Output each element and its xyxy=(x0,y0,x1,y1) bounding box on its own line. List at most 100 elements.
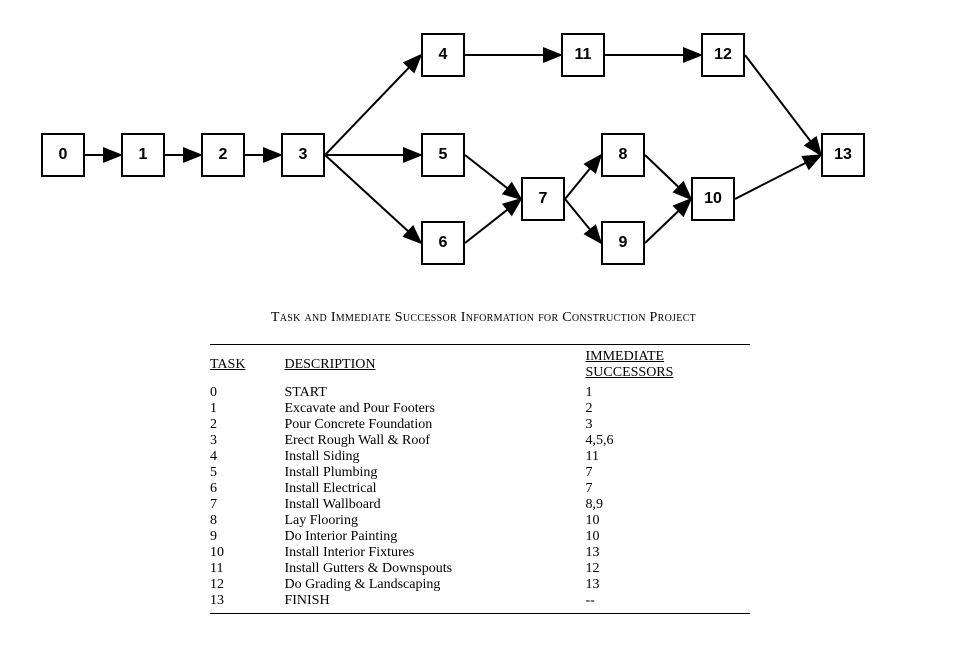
cell-task: 10 xyxy=(210,545,284,561)
cell-desc: Excavate and Pour Footers xyxy=(284,401,585,417)
col-task: TASK xyxy=(210,347,284,385)
cell-task: 6 xyxy=(210,481,284,497)
table-row: 9Do Interior Painting10 xyxy=(210,529,750,545)
cell-task: 5 xyxy=(210,465,284,481)
node-7: 7 xyxy=(521,177,565,221)
cell-task: 7 xyxy=(210,497,284,513)
cell-desc: Erect Rough Wall & Roof xyxy=(284,433,585,449)
cell-desc: START xyxy=(284,385,585,401)
node-8: 8 xyxy=(601,133,645,177)
node-5: 5 xyxy=(421,133,465,177)
cell-desc: Install Electrical xyxy=(284,481,585,497)
node-label: 1 xyxy=(139,146,148,164)
edge-n7-n9 xyxy=(565,199,601,243)
node-label: 9 xyxy=(619,234,628,252)
cell-succ: 13 xyxy=(586,577,751,593)
table-row: 8Lay Flooring10 xyxy=(210,513,750,529)
edge-n8-n10 xyxy=(645,155,691,199)
cell-desc: Install Plumbing xyxy=(284,465,585,481)
cell-succ: 12 xyxy=(586,561,751,577)
node-9: 9 xyxy=(601,221,645,265)
node-label: 3 xyxy=(299,146,308,164)
edge-n3-n6 xyxy=(325,155,421,243)
node-12: 12 xyxy=(701,33,745,77)
table-row: 2Pour Concrete Foundation3 xyxy=(210,417,750,433)
edge-n10-n13 xyxy=(735,155,821,199)
cell-desc: Do Interior Painting xyxy=(284,529,585,545)
node-label: 0 xyxy=(59,146,68,164)
node-label: 10 xyxy=(704,190,722,208)
node-label: 13 xyxy=(834,146,852,164)
cell-task: 1 xyxy=(210,401,284,417)
table-row: 1Excavate and Pour Footers2 xyxy=(210,401,750,417)
table-row: 10Install Interior Fixtures13 xyxy=(210,545,750,561)
node-6: 6 xyxy=(421,221,465,265)
table-row: 7Install Wallboard8,9 xyxy=(210,497,750,513)
cell-succ: 10 xyxy=(586,513,751,529)
cell-succ: 7 xyxy=(586,481,751,497)
cell-desc: Install Interior Fixtures xyxy=(284,545,585,561)
col-desc: DESCRIPTION xyxy=(284,347,585,385)
table-row: 6Install Electrical7 xyxy=(210,481,750,497)
node-label: 8 xyxy=(619,146,628,164)
edge-n6-n7 xyxy=(465,199,521,243)
node-label: 12 xyxy=(714,46,732,64)
node-13: 13 xyxy=(821,133,865,177)
cell-succ: 7 xyxy=(586,465,751,481)
table-row: 11Install Gutters & Downspouts12 xyxy=(210,561,750,577)
task-table: TASK DESCRIPTION IMMEDIATE SUCCESSORS 0S… xyxy=(210,344,750,614)
node-2: 2 xyxy=(201,133,245,177)
cell-succ: 8,9 xyxy=(586,497,751,513)
cell-succ: 1 xyxy=(586,385,751,401)
cell-task: 8 xyxy=(210,513,284,529)
cell-task: 13 xyxy=(210,593,284,609)
table-row: 3Erect Rough Wall & Roof4,5,6 xyxy=(210,433,750,449)
network-diagram: 0 1 2 3 4 5 6 7 8 9 10 11 12 13 xyxy=(0,0,967,300)
cell-succ: 4,5,6 xyxy=(586,433,751,449)
edge-n12-n13 xyxy=(745,55,821,155)
cell-task: 11 xyxy=(210,561,284,577)
cell-desc: Install Siding xyxy=(284,449,585,465)
cell-succ: -- xyxy=(586,593,751,609)
table-row: 13FINISH-- xyxy=(210,593,750,609)
node-11: 11 xyxy=(561,33,605,77)
node-label: 7 xyxy=(539,190,548,208)
edge-n9-n10 xyxy=(645,199,691,243)
cell-task: 0 xyxy=(210,385,284,401)
cell-succ: 2 xyxy=(586,401,751,417)
edge-n7-n8 xyxy=(565,155,601,199)
table-row: 0START1 xyxy=(210,385,750,401)
cell-task: 12 xyxy=(210,577,284,593)
table-row: 4Install Siding11 xyxy=(210,449,750,465)
cell-succ: 10 xyxy=(586,529,751,545)
node-0: 0 xyxy=(41,133,85,177)
cell-task: 3 xyxy=(210,433,284,449)
cell-succ: 11 xyxy=(586,449,751,465)
node-label: 4 xyxy=(439,46,448,64)
table-row: 12Do Grading & Landscaping13 xyxy=(210,577,750,593)
node-label: 5 xyxy=(439,146,448,164)
edge-n5-n7 xyxy=(465,155,521,199)
cell-desc: Install Gutters & Downspouts xyxy=(284,561,585,577)
cell-task: 2 xyxy=(210,417,284,433)
cell-succ: 3 xyxy=(586,417,751,433)
caption: Task and Immediate Successor Information… xyxy=(0,310,967,326)
cell-desc: Lay Flooring xyxy=(284,513,585,529)
node-label: 11 xyxy=(575,46,592,64)
col-succ: IMMEDIATE SUCCESSORS xyxy=(586,347,751,385)
cell-task: 9 xyxy=(210,529,284,545)
node-label: 2 xyxy=(219,146,228,164)
node-label: 6 xyxy=(439,234,448,252)
cell-desc: Do Grading & Landscaping xyxy=(284,577,585,593)
cell-succ: 13 xyxy=(586,545,751,561)
node-3: 3 xyxy=(281,133,325,177)
cell-desc: Pour Concrete Foundation xyxy=(284,417,585,433)
cell-desc: Install Wallboard xyxy=(284,497,585,513)
node-10: 10 xyxy=(691,177,735,221)
cell-desc: FINISH xyxy=(284,593,585,609)
node-4: 4 xyxy=(421,33,465,77)
cell-task: 4 xyxy=(210,449,284,465)
edge-n3-n4 xyxy=(325,55,421,155)
table-row: 5Install Plumbing7 xyxy=(210,465,750,481)
node-1: 1 xyxy=(121,133,165,177)
